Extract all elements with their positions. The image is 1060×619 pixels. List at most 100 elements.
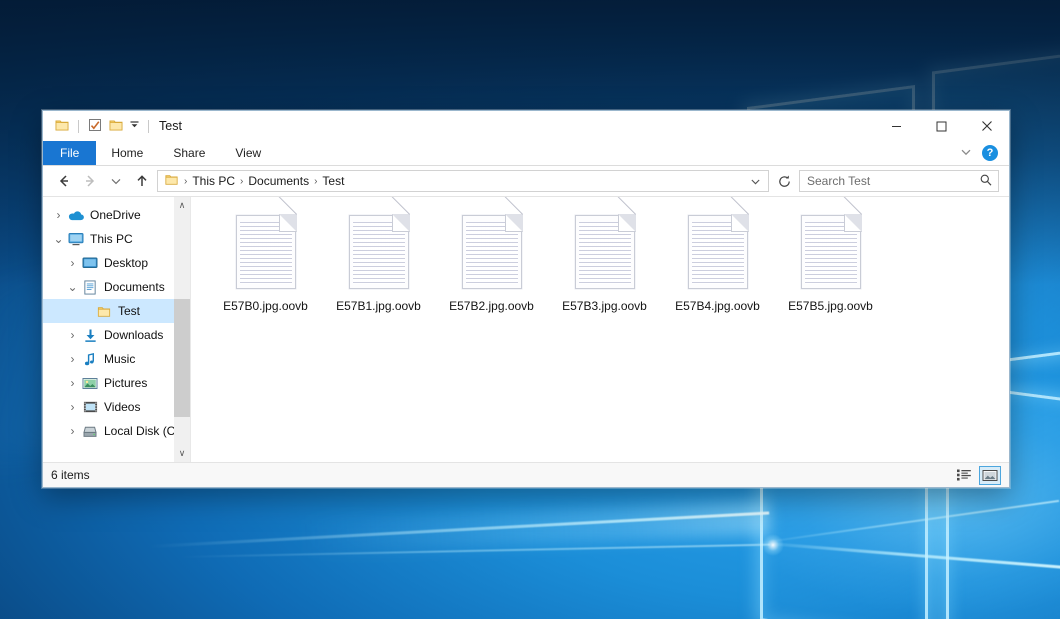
folder-tree: › OneDrive ⌄: [43, 197, 190, 443]
sidebar-item-label: Local Disk (C:): [100, 424, 183, 438]
wallpaper-vanishing-point: [762, 534, 784, 556]
monitor-icon: [66, 232, 86, 246]
search-box[interactable]: [799, 170, 999, 192]
file-list-view[interactable]: E57B0.jpg.oovb E57B1.jpg.oovb E57B2.jpg.…: [191, 197, 1009, 462]
breadcrumb-item-documents[interactable]: Documents: [248, 174, 309, 188]
minimize-button[interactable]: [874, 111, 919, 141]
desktop-icon: [80, 257, 100, 270]
search-input[interactable]: [807, 174, 979, 188]
navigation-pane-scrollbar[interactable]: ∧ ∨: [174, 197, 190, 462]
up-button[interactable]: [131, 170, 153, 192]
breadcrumb-separator-1[interactable]: ›: [240, 176, 243, 187]
cloud-icon: [66, 208, 86, 222]
sidebar-item-documents[interactable]: ⌄ Documents: [43, 275, 190, 299]
chevron-down-icon[interactable]: ⌄: [65, 280, 80, 294]
file-item[interactable]: E57B3.jpg.oovb: [548, 211, 661, 314]
sidebar-item-desktop[interactable]: › Desktop: [43, 251, 190, 275]
ribbon-tab-bar: File Home Share View ?: [43, 141, 1009, 166]
folder-icon: [94, 304, 114, 319]
folder-icon[interactable]: [54, 117, 70, 136]
videos-icon: [80, 400, 100, 414]
scroll-down-arrow-icon[interactable]: ∨: [174, 445, 190, 462]
chevron-down-icon[interactable]: ⌄: [51, 232, 66, 246]
help-icon[interactable]: ?: [982, 145, 998, 161]
unknown-file-icon: [236, 215, 296, 289]
tab-view[interactable]: View: [220, 141, 276, 165]
refresh-button[interactable]: [773, 170, 795, 192]
new-folder-icon[interactable]: [108, 117, 124, 136]
search-icon[interactable]: [979, 173, 993, 190]
breadcrumb-item-this-pc[interactable]: This PC: [192, 174, 235, 188]
tab-home[interactable]: Home: [96, 141, 158, 165]
sidebar-item-videos[interactable]: › Videos: [43, 395, 190, 419]
sidebar-item-local-disk-c[interactable]: › Local Disk (C:): [43, 419, 190, 443]
file-item[interactable]: E57B5.jpg.oovb: [774, 211, 887, 314]
sidebar-item-test[interactable]: Test: [43, 299, 190, 323]
chevron-down-icon[interactable]: [960, 146, 972, 161]
chevron-right-icon[interactable]: ›: [65, 400, 80, 414]
file-name-label: E57B0.jpg.oovb: [220, 298, 311, 314]
file-name-label: E57B1.jpg.oovb: [333, 298, 424, 314]
breadcrumb[interactable]: › This PC › Documents › Test: [157, 170, 769, 192]
chevron-right-icon[interactable]: ›: [65, 424, 80, 438]
scroll-up-arrow-icon[interactable]: ∧: [174, 197, 190, 214]
customize-dropdown-icon[interactable]: [129, 119, 140, 133]
chevron-right-icon[interactable]: ›: [65, 376, 80, 390]
ribbon-right-controls: ?: [960, 141, 1009, 165]
file-item[interactable]: E57B1.jpg.oovb: [322, 211, 435, 314]
qat-separator-2: [148, 120, 149, 133]
file-explorer-window: Test File Home Share View ?: [42, 110, 1010, 488]
maximize-button[interactable]: [919, 111, 964, 141]
navigation-pane: › OneDrive ⌄: [43, 197, 191, 462]
sidebar-item-downloads[interactable]: › Downloads: [43, 323, 190, 347]
explorer-body: › OneDrive ⌄: [43, 196, 1009, 462]
scrollbar-thumb[interactable]: [174, 299, 190, 417]
sidebar-item-label: Music: [100, 352, 135, 366]
sidebar-item-onedrive[interactable]: › OneDrive: [43, 203, 190, 227]
sidebar-item-this-pc[interactable]: ⌄ This PC: [43, 227, 190, 251]
back-button[interactable]: [53, 170, 75, 192]
sidebar-item-label: This PC: [86, 232, 133, 246]
file-name-label: E57B5.jpg.oovb: [785, 298, 876, 314]
sidebar-item-label: Documents: [100, 280, 165, 294]
status-bar: 6 items: [43, 462, 1009, 487]
file-item[interactable]: E57B0.jpg.oovb: [209, 211, 322, 314]
chevron-right-icon[interactable]: ›: [65, 328, 80, 342]
file-item[interactable]: E57B4.jpg.oovb: [661, 211, 774, 314]
qat-separator-1: [78, 120, 79, 133]
sidebar-item-label: Test: [114, 304, 140, 318]
breadcrumb-separator-0[interactable]: ›: [184, 176, 187, 187]
details-view-button[interactable]: [953, 466, 975, 485]
music-icon: [80, 352, 100, 367]
recent-locations-button[interactable]: [105, 170, 127, 192]
scrollbar-track[interactable]: [174, 214, 190, 445]
pictures-icon: [80, 377, 100, 390]
sidebar-item-pictures[interactable]: › Pictures: [43, 371, 190, 395]
breadcrumb-item-test[interactable]: Test: [322, 174, 344, 188]
sidebar-item-music[interactable]: › Music: [43, 347, 190, 371]
address-dropdown-icon[interactable]: [747, 171, 764, 191]
chevron-right-icon[interactable]: ›: [65, 352, 80, 366]
file-name-label: E57B3.jpg.oovb: [559, 298, 650, 314]
properties-icon[interactable]: [87, 117, 103, 136]
sidebar-item-label: OneDrive: [86, 208, 141, 222]
unknown-file-icon: [688, 215, 748, 289]
window-title: Test: [159, 119, 182, 133]
unknown-file-icon: [462, 215, 522, 289]
sidebar-item-label: Pictures: [100, 376, 147, 390]
quick-access-toolbar: Test: [43, 117, 182, 136]
tab-share[interactable]: Share: [158, 141, 220, 165]
file-name-label: E57B4.jpg.oovb: [672, 298, 763, 314]
tab-file[interactable]: File: [43, 141, 96, 165]
chevron-right-icon[interactable]: ›: [65, 256, 80, 270]
breadcrumb-folder-icon: [164, 172, 179, 190]
forward-button[interactable]: [79, 170, 101, 192]
disk-icon: [80, 425, 100, 438]
unknown-file-icon: [801, 215, 861, 289]
sidebar-item-label: Videos: [100, 400, 140, 414]
chevron-right-icon[interactable]: ›: [51, 208, 66, 222]
close-button[interactable]: [964, 111, 1009, 141]
breadcrumb-separator-2[interactable]: ›: [314, 176, 317, 187]
file-item[interactable]: E57B2.jpg.oovb: [435, 211, 548, 314]
large-icons-view-button[interactable]: [979, 466, 1001, 485]
